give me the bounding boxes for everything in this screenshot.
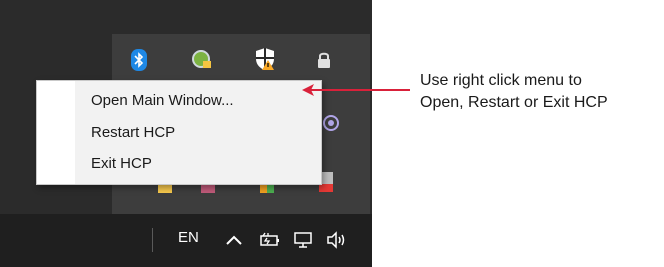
annotation-line-2: Open, Restart or Exit HCP <box>420 94 608 111</box>
annotation-arrow <box>302 84 410 96</box>
battery-icon[interactable] <box>256 227 282 253</box>
volume-icon[interactable] <box>324 227 350 253</box>
menu-item-open-main-window[interactable]: Open Main Window... <box>91 88 315 114</box>
network-icon[interactable] <box>290 227 316 253</box>
hcp-context-menu: Open Main Window... Restart HCP Exit HCP <box>36 80 322 185</box>
menu-item-restart-hcp[interactable]: Restart HCP <box>91 120 315 146</box>
bluetooth-icon[interactable] <box>127 48 151 72</box>
language-indicator[interactable]: EN <box>178 229 199 246</box>
circle-app-icon[interactable] <box>319 111 343 135</box>
lock-icon[interactable] <box>312 48 336 72</box>
taskbar: EN <box>0 214 372 267</box>
menu-item-exit-hcp[interactable]: Exit HCP <box>91 151 315 177</box>
annotation-text: Use right click menu to Open, Restart or… <box>420 70 660 114</box>
annotation-line-1: Use right click menu to <box>420 72 582 89</box>
monitor-lock-icon[interactable] <box>190 48 214 72</box>
show-hidden-icons-caret-icon[interactable] <box>221 227 247 253</box>
menu-icon-gutter <box>37 81 75 184</box>
taskbar-divider <box>152 228 153 252</box>
screenshot: EN Open Main Window... Restart HCP Exit … <box>0 0 664 267</box>
security-shield-icon[interactable] <box>253 47 277 71</box>
